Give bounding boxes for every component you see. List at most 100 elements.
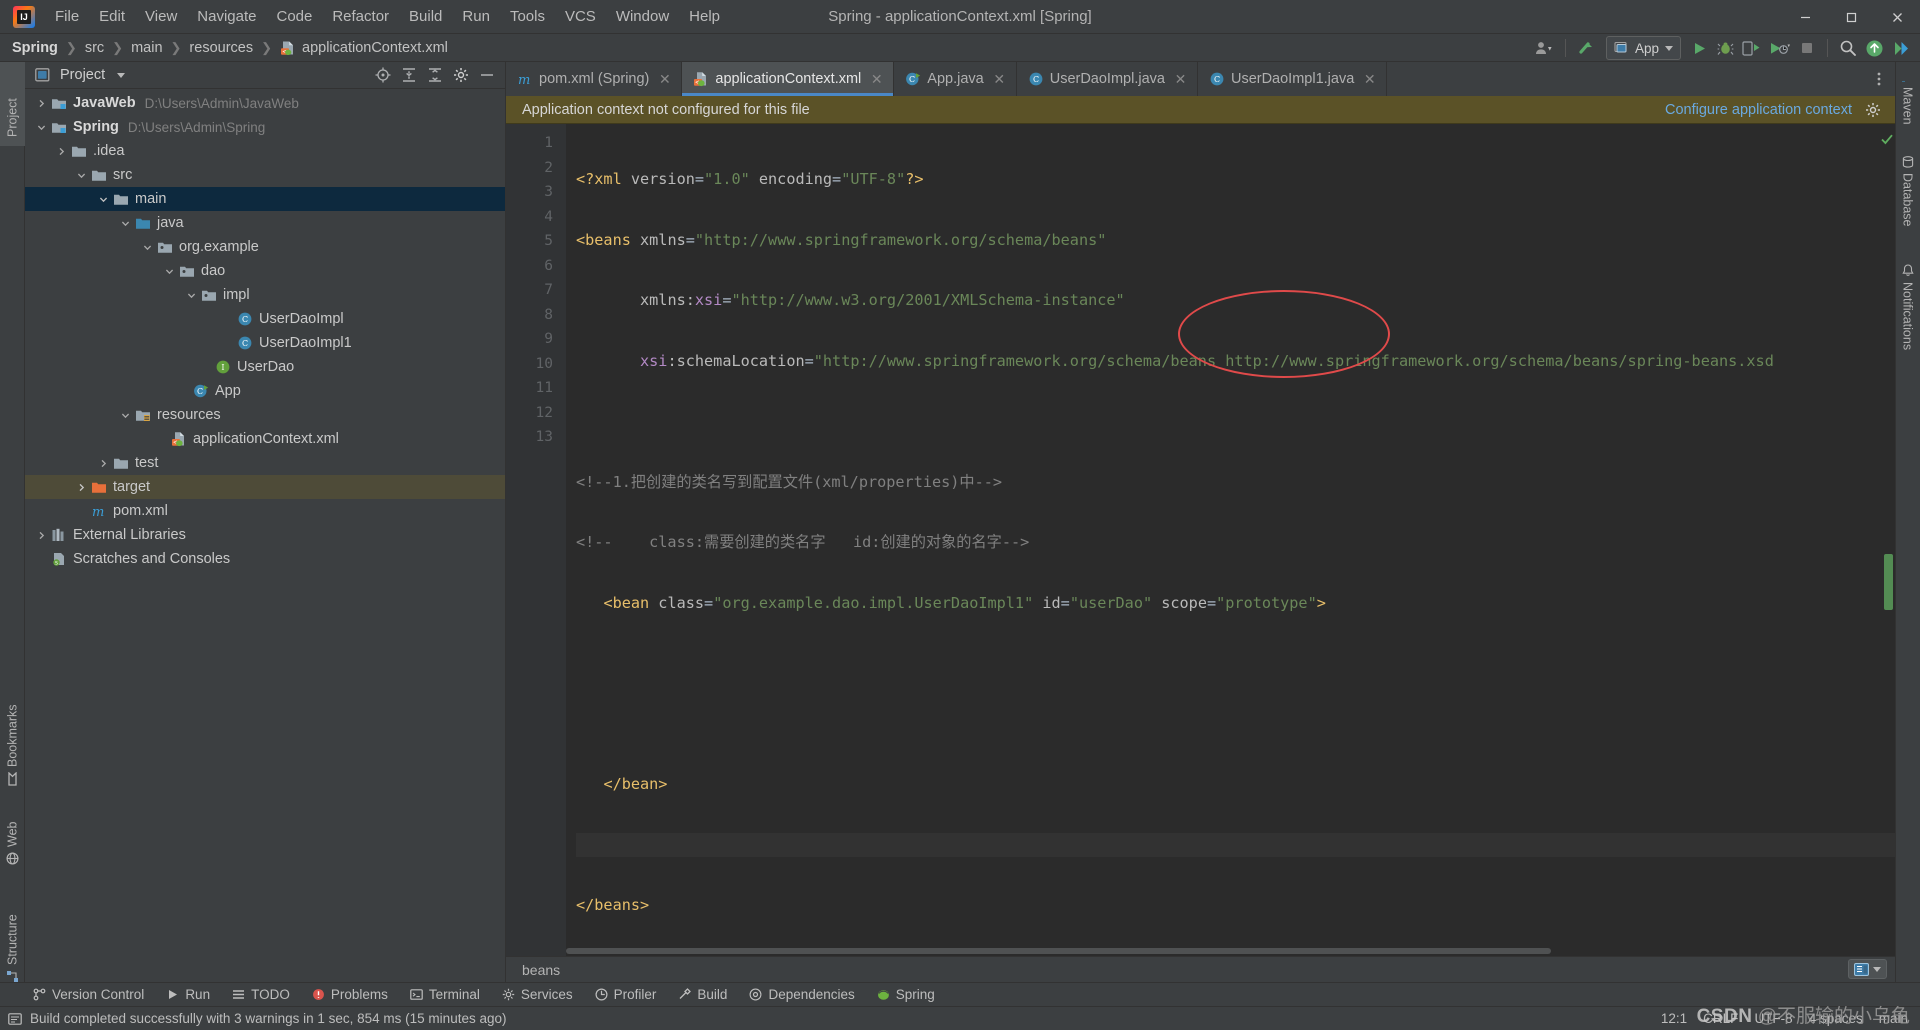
menu-help[interactable]: Help xyxy=(679,4,730,29)
menu-code[interactable]: Code xyxy=(266,4,322,29)
sidebar-item-maven[interactable]: m Maven xyxy=(1895,66,1920,132)
sidebar-item-web[interactable]: Web xyxy=(0,807,25,869)
sidebar-item-structure[interactable]: Structure xyxy=(0,892,25,987)
close-icon[interactable]: ✕ xyxy=(870,71,883,88)
account-icon[interactable] xyxy=(1532,36,1557,60)
line-separator[interactable]: CRLF xyxy=(1703,1011,1738,1026)
close-button[interactable] xyxy=(1874,0,1920,34)
caret-position[interactable]: 12:1 xyxy=(1661,1011,1687,1026)
menu-navigate[interactable]: Navigate xyxy=(187,4,266,29)
chevron-down-icon[interactable] xyxy=(185,289,198,302)
menu-edit[interactable]: Edit xyxy=(89,4,135,29)
menu-build[interactable]: Build xyxy=(399,4,452,29)
toolwindow-terminal[interactable]: Terminal xyxy=(399,984,491,1006)
breadcrumb-project[interactable]: Spring xyxy=(12,40,58,56)
chevron-down-icon[interactable] xyxy=(35,121,48,134)
editor-gutter[interactable]: 1 2 3 4 5 6 7 8 9 10 11 12 13 xyxy=(506,124,566,956)
sidebar-item-notifications[interactable]: Notifications xyxy=(1895,260,1920,378)
chevron-right-icon[interactable] xyxy=(55,145,68,158)
tab-pom-xml[interactable]: m pom.xml (Spring) ✕ xyxy=(506,62,682,96)
tree-node-impl[interactable]: impl xyxy=(25,283,505,307)
tree-node-applicationcontext-xml[interactable]: < applicationContext.xml xyxy=(25,427,505,451)
breadcrumb-src[interactable]: src xyxy=(85,40,104,56)
toolwindow-run[interactable]: Run xyxy=(155,984,221,1006)
toolwindow-services[interactable]: Services xyxy=(491,984,584,1006)
search-everywhere-icon[interactable] xyxy=(1836,36,1860,60)
run-configuration-selector[interactable]: App xyxy=(1606,36,1681,60)
breadcrumb-main[interactable]: main xyxy=(131,40,162,56)
chevron-down-icon[interactable] xyxy=(163,265,176,278)
menu-vcs[interactable]: VCS xyxy=(555,4,606,29)
tree-node-java[interactable]: java xyxy=(25,211,505,235)
chevron-right-icon[interactable] xyxy=(75,481,88,494)
tree-node-test[interactable]: test xyxy=(25,451,505,475)
menu-view[interactable]: View xyxy=(135,4,187,29)
toolwindow-todo[interactable]: TODO xyxy=(221,984,301,1006)
tree-node-pom-xml[interactable]: m pom.xml xyxy=(25,499,505,523)
chevron-right-icon[interactable] xyxy=(97,457,110,470)
tree-node-resources[interactable]: resources xyxy=(25,403,505,427)
tree-node-spring[interactable]: Spring D:\Users\Admin\Spring xyxy=(25,115,505,139)
debug-button[interactable] xyxy=(1713,36,1737,60)
toolwindow-dependencies[interactable]: Dependencies xyxy=(738,984,865,1006)
tab-userdaoimpl1-java[interactable]: C UserDaoImpl1.java ✕ xyxy=(1198,62,1387,96)
tab-applicationcontext-xml[interactable]: < applicationContext.xml ✕ xyxy=(682,62,894,96)
breadcrumb-bottom-label[interactable]: beans xyxy=(522,962,560,978)
tree-node-external-libraries[interactable]: External Libraries xyxy=(25,523,505,547)
collapse-all-icon[interactable] xyxy=(426,67,443,84)
menu-tools[interactable]: Tools xyxy=(500,4,555,29)
chevron-down-icon[interactable] xyxy=(141,241,154,254)
toolwindow-version-control[interactable]: Version Control xyxy=(22,984,155,1006)
run-button[interactable] xyxy=(1687,36,1711,60)
configure-application-context-link[interactable]: Configure application context xyxy=(1665,102,1852,118)
code-text[interactable]: <?xml version="1.0" encoding="UTF-8"?> <… xyxy=(566,124,1895,956)
tree-node-src[interactable]: src xyxy=(25,163,505,187)
git-branch[interactable]: main xyxy=(1879,1011,1908,1026)
close-icon[interactable]: ✕ xyxy=(1174,71,1187,88)
chevron-down-icon[interactable] xyxy=(119,217,132,230)
menu-run[interactable]: Run xyxy=(452,4,500,29)
locate-icon[interactable] xyxy=(374,67,391,84)
chevron-down-icon[interactable] xyxy=(97,193,110,206)
menu-file[interactable]: File xyxy=(45,4,89,29)
run-with-coverage-button[interactable] xyxy=(1739,36,1763,60)
update-project-icon[interactable] xyxy=(1574,36,1600,60)
tree-node-scratches-and-consoles[interactable]: S Scratches and Consoles xyxy=(25,547,505,571)
menu-refactor[interactable]: Refactor xyxy=(322,4,399,29)
reader-mode-toggle[interactable] xyxy=(1848,959,1887,979)
toolwindow-build[interactable]: Build xyxy=(667,984,738,1006)
sidebar-item-project[interactable]: Project xyxy=(0,62,25,146)
toolwindow-spring[interactable]: Spring xyxy=(866,984,946,1006)
close-icon[interactable]: ✕ xyxy=(658,71,671,88)
tree-node-idea[interactable]: .idea xyxy=(25,139,505,163)
close-icon[interactable]: ✕ xyxy=(993,71,1006,88)
tree-node-app[interactable]: C App xyxy=(25,379,505,403)
expand-all-icon[interactable] xyxy=(400,67,417,84)
code-editor[interactable]: 1 2 3 4 5 6 7 8 9 10 11 12 13 <?xml vers… xyxy=(506,124,1895,956)
close-icon[interactable]: ✕ xyxy=(1363,71,1376,88)
tree-node-userdaoimpl1[interactable]: C UserDaoImpl1 xyxy=(25,331,505,355)
tree-node-main[interactable]: main xyxy=(25,187,505,211)
menu-window[interactable]: Window xyxy=(606,4,679,29)
editor-tab-options-button[interactable] xyxy=(1871,62,1895,96)
maximize-button[interactable] xyxy=(1828,0,1874,34)
settings-icon[interactable] xyxy=(1889,36,1914,60)
scrollbar-thumb[interactable] xyxy=(1884,554,1893,610)
gear-icon[interactable] xyxy=(1865,102,1881,118)
horizontal-scrollbar-thumb[interactable] xyxy=(566,948,1551,954)
sidebar-item-database[interactable]: Database xyxy=(1895,152,1920,240)
tree-node-userdaoimpl[interactable]: C UserDaoImpl xyxy=(25,307,505,331)
tab-userdaoimpl-java[interactable]: C UserDaoImpl.java ✕ xyxy=(1017,62,1198,96)
tree-node-org-example[interactable]: org.example xyxy=(25,235,505,259)
settings-icon[interactable] xyxy=(452,67,469,84)
toolwindow-profiler[interactable]: Profiler xyxy=(584,984,668,1006)
tab-app-java[interactable]: C App.java ✕ xyxy=(894,62,1016,96)
tree-node-target[interactable]: target xyxy=(25,475,505,499)
chevron-down-icon[interactable] xyxy=(117,73,125,78)
inspection-status-ok-icon[interactable] xyxy=(1880,132,1892,144)
chevron-down-icon[interactable] xyxy=(119,409,132,422)
ide-updates-icon[interactable] xyxy=(1862,36,1887,60)
sidebar-item-bookmarks[interactable]: Bookmarks xyxy=(0,682,25,790)
hide-icon[interactable] xyxy=(478,67,495,84)
chevron-right-icon[interactable] xyxy=(35,529,48,542)
